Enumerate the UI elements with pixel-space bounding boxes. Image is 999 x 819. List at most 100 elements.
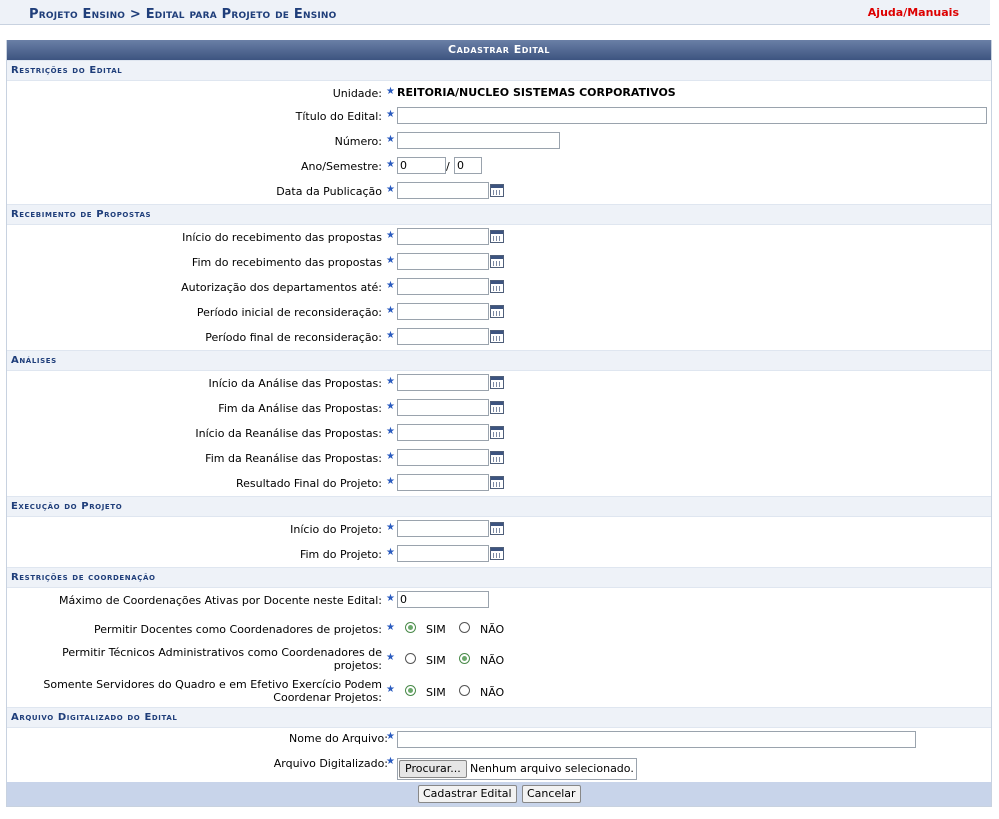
calendar-icon[interactable] — [490, 426, 504, 439]
section-restricoes-title: Restrições do Edital — [7, 60, 991, 81]
resultado-final-input[interactable] — [397, 474, 489, 491]
calendar-icon[interactable] — [490, 305, 504, 318]
reanalise-fim-label: Fim da Reanálise das Propostas: — [205, 452, 382, 465]
publicacao-date-input[interactable] — [397, 182, 489, 199]
cadastrar-button[interactable]: Cadastrar Edital — [418, 785, 517, 803]
projeto-fim-label: Fim do Projeto: — [299, 548, 382, 561]
required-star-icon: ★ — [386, 401, 395, 412]
required-star-icon: ★ — [386, 522, 395, 533]
tecnicos-nao-radio[interactable] — [459, 653, 470, 664]
titulo-label: Título do Edital: — [295, 110, 382, 123]
required-star-icon: ★ — [386, 451, 395, 462]
form-footer: Cadastrar Edital Cancelar — [7, 782, 991, 806]
section-analises-title: Análises — [7, 350, 991, 371]
reconsideracao-inicio-label: Período inicial de reconsideração: — [196, 306, 382, 319]
reconsideracao-fim-label: Período final de reconsideração: — [205, 331, 382, 344]
nome-arquivo-input[interactable] — [397, 731, 916, 748]
tecnicos-coordenadores-label: Permitir Técnicos Administrativos como C… — [62, 646, 382, 672]
servidores-sim-radio[interactable] — [405, 685, 416, 696]
tecnicos-label-line1: Permitir Técnicos Administrativos como C… — [62, 646, 382, 659]
analise-inicio-label: Início da Análise das Propostas: — [208, 377, 382, 390]
reanalise-fim-input[interactable] — [397, 449, 489, 466]
required-star-icon: ★ — [386, 684, 395, 695]
required-star-icon: ★ — [386, 426, 395, 437]
recebimento-fim-input[interactable] — [397, 253, 489, 270]
required-star-icon: ★ — [386, 134, 395, 145]
resultado-final-label: Resultado Final do Projeto: — [235, 477, 382, 490]
semestre-input[interactable] — [454, 157, 482, 174]
analise-fim-input[interactable] — [397, 399, 489, 416]
ano-semestre-label: Ano/Semestre: — [301, 160, 382, 173]
ano-separator: / — [446, 160, 450, 173]
reconsideracao-inicio-input[interactable] — [397, 303, 489, 320]
section-arquivo-title: Arquivo Digitalizado do Edital — [7, 707, 991, 728]
cancel-button[interactable]: Cancelar — [522, 785, 581, 803]
tecnicos-nao-label: NÃO — [480, 654, 505, 667]
required-star-icon: ★ — [386, 280, 395, 291]
required-star-icon: ★ — [386, 547, 395, 558]
projeto-inicio-label: Início do Projeto: — [290, 523, 382, 536]
recebimento-fim-label: Fim do recebimento das propostas — [191, 256, 382, 269]
servidores-label: Somente Servidores do Quadro e em Efetiv… — [43, 678, 382, 704]
calendar-icon[interactable] — [490, 401, 504, 414]
reanalise-inicio-input[interactable] — [397, 424, 489, 441]
calendar-icon[interactable] — [490, 522, 504, 535]
numero-label: Número: — [334, 135, 382, 148]
calendar-icon[interactable] — [490, 476, 504, 489]
required-star-icon: ★ — [386, 622, 395, 633]
tecnicos-sim-label: SIM — [426, 654, 446, 667]
recebimento-inicio-label: Início do recebimento das propostas — [182, 231, 382, 244]
recebimento-inicio-input[interactable] — [397, 228, 489, 245]
required-star-icon: ★ — [386, 330, 395, 341]
projeto-fim-input[interactable] — [397, 545, 489, 562]
section-coordenacao-title: Restrições de coordenação — [7, 567, 991, 588]
file-input[interactable]: Procurar... Nenhum arquivo selecionado. — [397, 758, 637, 780]
projeto-inicio-input[interactable] — [397, 520, 489, 537]
analise-inicio-input[interactable] — [397, 374, 489, 391]
docentes-nao-radio[interactable] — [459, 622, 470, 633]
arquivo-digitalizado-label: Arquivo Digitalizado: — [273, 757, 388, 770]
docentes-coordenadores-label: Permitir Docentes como Coordenadores de … — [94, 623, 382, 636]
max-coordenacoes-label: Máximo de Coordenações Ativas por Docent… — [58, 594, 382, 607]
required-star-icon: ★ — [386, 255, 395, 266]
autorizacao-input[interactable] — [397, 278, 489, 295]
section-recebimento-title: Recebimento de Propostas — [7, 204, 991, 225]
required-star-icon: ★ — [386, 159, 395, 170]
servidores-sim-label: SIM — [426, 686, 446, 699]
calendar-icon[interactable] — [490, 230, 504, 243]
required-star-icon: ★ — [386, 731, 395, 742]
ano-input[interactable] — [397, 157, 446, 174]
required-star-icon: ★ — [386, 593, 395, 604]
unidade-label: Unidade: — [332, 87, 382, 100]
tecnicos-label-line2: projetos: — [333, 659, 382, 672]
required-star-icon: ★ — [386, 109, 395, 120]
tecnicos-sim-radio[interactable] — [405, 653, 416, 664]
calendar-icon[interactable] — [490, 330, 504, 343]
required-star-icon: ★ — [386, 652, 395, 663]
calendar-icon[interactable] — [490, 376, 504, 389]
calendar-icon[interactable] — [490, 184, 504, 197]
numero-input[interactable] — [397, 132, 560, 149]
docentes-sim-label: SIM — [426, 623, 446, 636]
publicacao-label: Data da Publicação — [276, 185, 382, 198]
no-file-text: Nenhum arquivo selecionado. — [470, 762, 634, 775]
calendar-icon[interactable] — [490, 451, 504, 464]
help-link[interactable]: Ajuda/Manuais — [868, 6, 959, 19]
titulo-input[interactable] — [397, 107, 987, 124]
cadastrar-edital-form: Cadastrar Edital Restrições do Edital Un… — [6, 40, 992, 807]
calendar-icon[interactable] — [490, 255, 504, 268]
docentes-sim-radio[interactable] — [405, 622, 416, 633]
form-caption: Cadastrar Edital — [7, 40, 991, 60]
browse-button[interactable]: Procurar... — [399, 760, 467, 778]
docentes-nao-label: NÃO — [480, 623, 505, 636]
servidores-nao-radio[interactable] — [459, 685, 470, 696]
unidade-value: REITORIA/NUCLEO SISTEMAS CORPORATIVOS — [397, 86, 676, 99]
reconsideracao-fim-input[interactable] — [397, 328, 489, 345]
required-star-icon: ★ — [386, 376, 395, 387]
section-execucao-title: Execução do Projeto — [7, 496, 991, 517]
max-coordenacoes-input[interactable] — [397, 591, 489, 608]
calendar-icon[interactable] — [490, 280, 504, 293]
analise-fim-label: Fim da Análise das Propostas: — [218, 402, 382, 415]
servidores-label-line2: Coordenar Projetos: — [273, 691, 382, 704]
calendar-icon[interactable] — [490, 547, 504, 560]
